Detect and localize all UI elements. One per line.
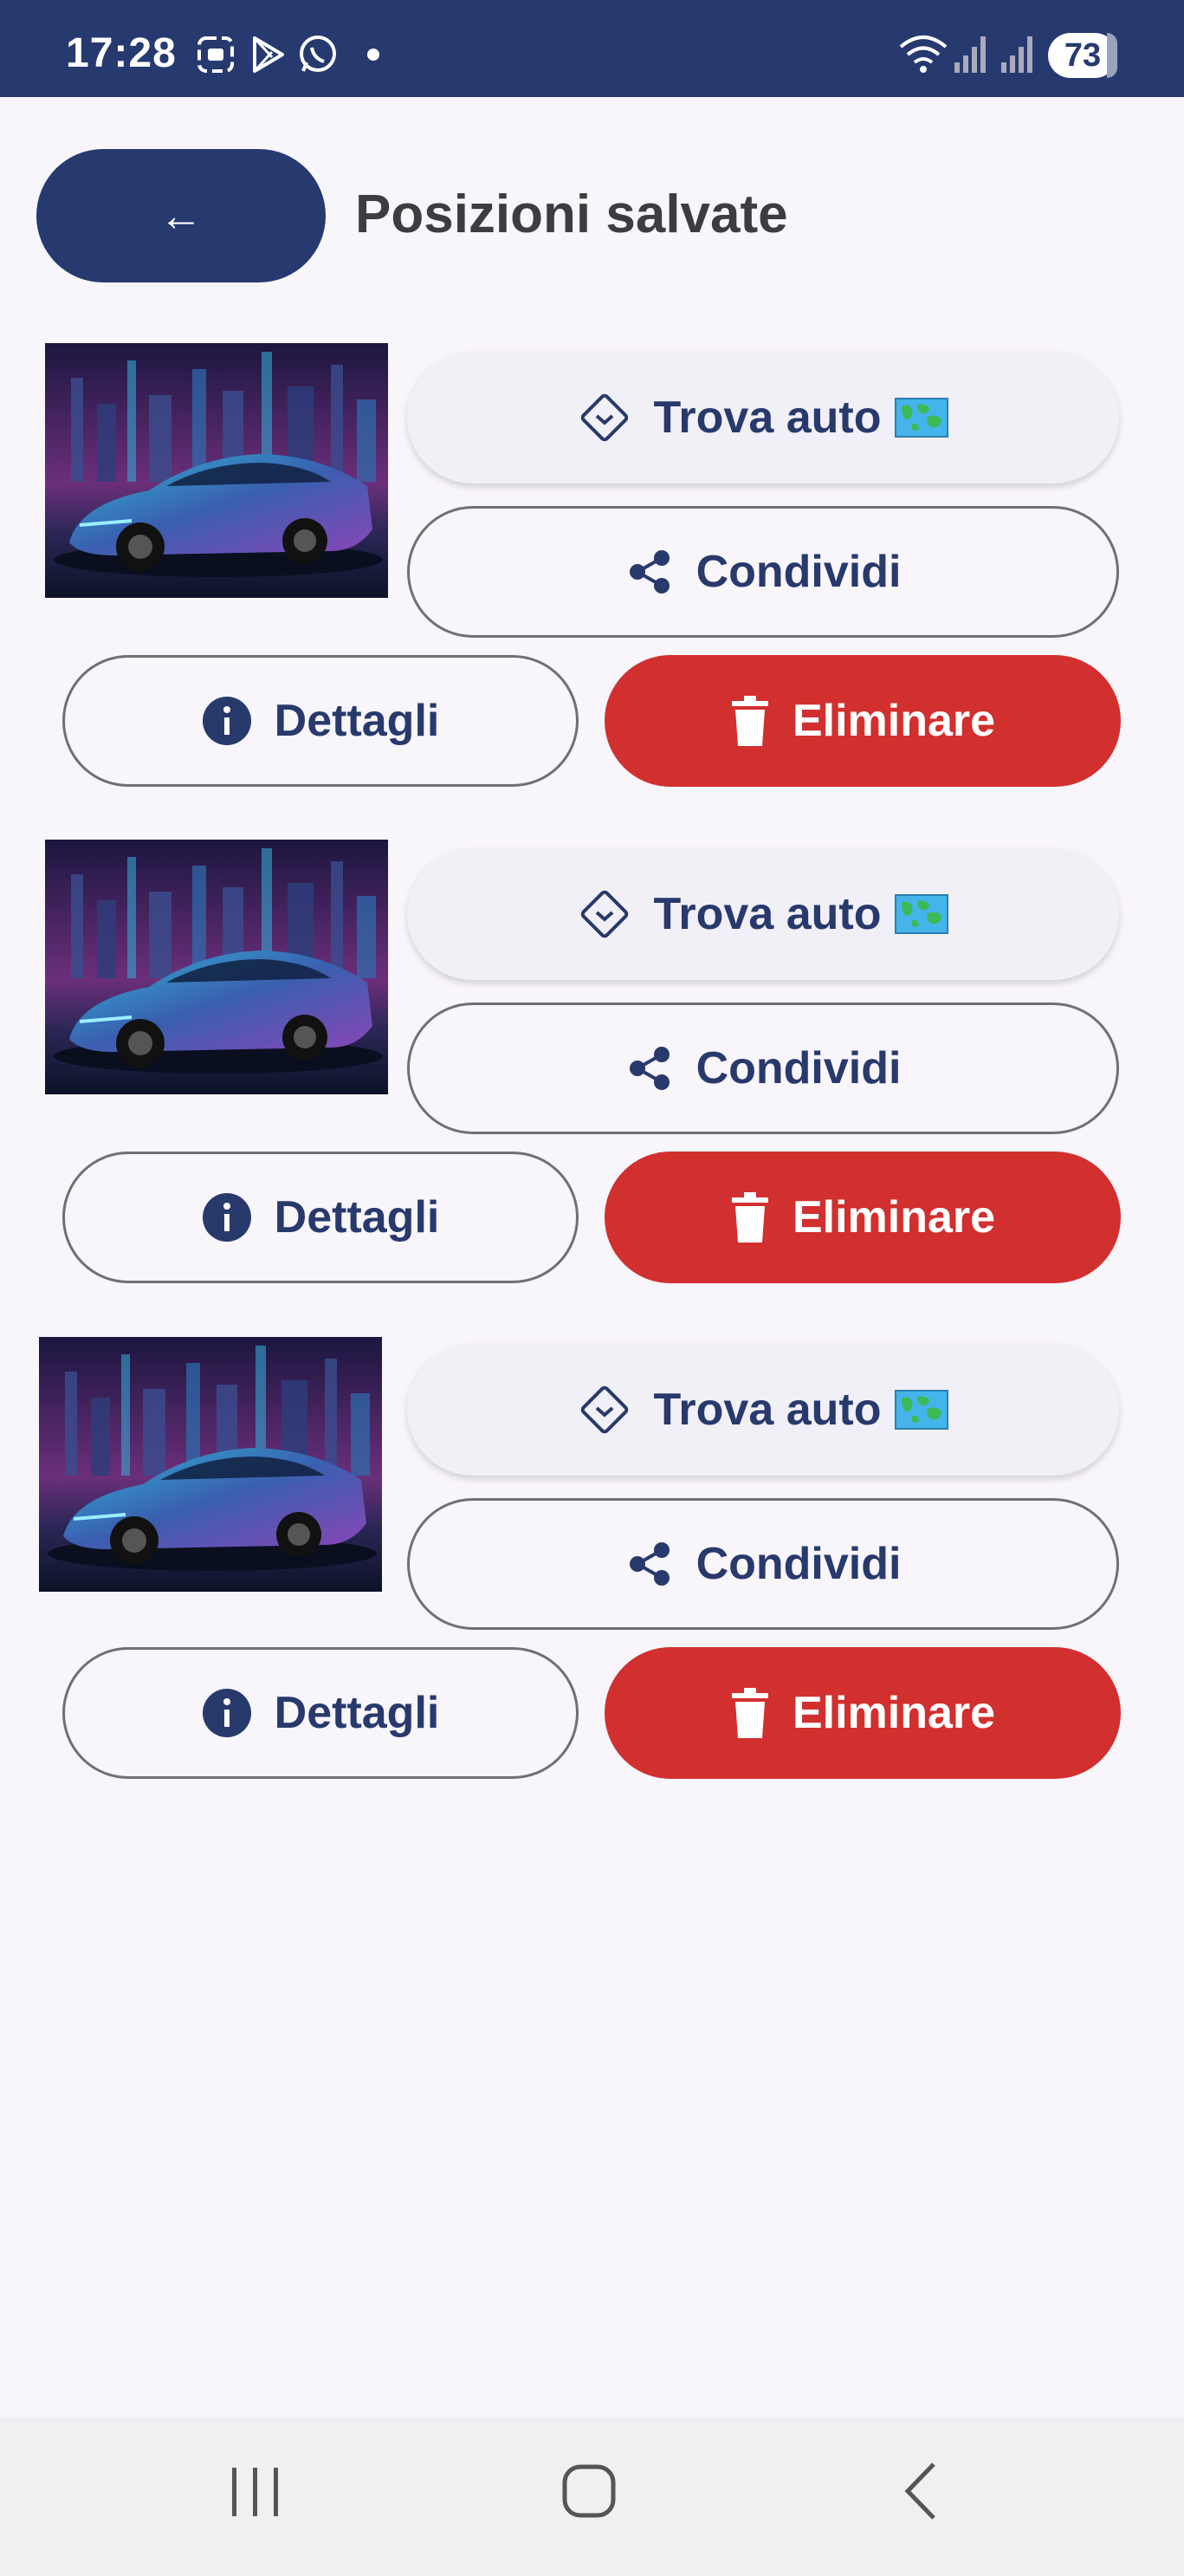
notification-dot-icon bbox=[367, 49, 379, 61]
find-car-button[interactable]: Trova auto bbox=[407, 848, 1119, 980]
trash-icon bbox=[730, 1688, 770, 1738]
world-map-icon bbox=[895, 1390, 949, 1430]
share-label: Condividi bbox=[696, 547, 902, 597]
share-label: Condividi bbox=[696, 1043, 902, 1093]
info-icon bbox=[202, 696, 252, 746]
directions-icon bbox=[578, 391, 631, 444]
share-button[interactable]: Condividi bbox=[407, 1002, 1119, 1134]
screenshot-icon bbox=[194, 33, 237, 81]
signal-icon bbox=[1000, 33, 1038, 81]
find-car-button[interactable]: Trova auto bbox=[407, 352, 1119, 483]
saved-position-card: Trova auto Condividi Dettagli Eliminare bbox=[0, 343, 1184, 811]
play-store-icon bbox=[246, 33, 289, 81]
details-label: Dettagli bbox=[274, 1688, 440, 1738]
delete-button[interactable]: Eliminare bbox=[605, 655, 1121, 787]
trash-icon bbox=[730, 1192, 770, 1243]
status-time: 17:28 bbox=[66, 30, 177, 76]
car-thumbnail bbox=[45, 840, 388, 1094]
wifi-icon bbox=[897, 33, 949, 81]
system-nav-bar bbox=[0, 2417, 1184, 2576]
home-icon[interactable] bbox=[554, 2452, 624, 2534]
share-icon bbox=[625, 1540, 674, 1588]
battery-icon: 73 bbox=[1048, 33, 1117, 78]
share-label: Condividi bbox=[696, 1539, 902, 1589]
recents-icon[interactable] bbox=[227, 2452, 284, 2534]
details-label: Dettagli bbox=[274, 696, 440, 746]
share-button[interactable]: Condividi bbox=[407, 1498, 1119, 1630]
car-thumbnail bbox=[39, 1337, 382, 1592]
world-map-icon bbox=[895, 894, 949, 934]
find-car-button[interactable]: Trova auto bbox=[407, 1344, 1119, 1476]
directions-icon bbox=[578, 887, 631, 941]
share-button[interactable]: Condividi bbox=[407, 506, 1119, 638]
find-car-label: Trova auto bbox=[653, 393, 882, 443]
delete-button[interactable]: Eliminare bbox=[605, 1152, 1121, 1283]
back-button[interactable]: ← bbox=[36, 149, 326, 282]
delete-label: Eliminare bbox=[792, 1192, 996, 1243]
saved-position-card: Trova auto Condividi Dettagli Eliminare bbox=[0, 1335, 1184, 1803]
details-label: Dettagli bbox=[274, 1192, 440, 1243]
find-car-label: Trova auto bbox=[653, 1385, 882, 1435]
world-map-icon bbox=[895, 398, 949, 438]
share-icon bbox=[625, 1044, 674, 1093]
details-button[interactable]: Dettagli bbox=[62, 1647, 579, 1779]
saved-position-card: Trova auto Condividi Dettagli Eliminare bbox=[0, 840, 1184, 1307]
car-thumbnail bbox=[45, 343, 388, 598]
delete-label: Eliminare bbox=[792, 1688, 996, 1738]
details-button[interactable]: Dettagli bbox=[62, 1152, 579, 1283]
back-icon[interactable] bbox=[892, 2452, 949, 2534]
whatsapp-icon bbox=[296, 33, 340, 81]
delete-button[interactable]: Eliminare bbox=[605, 1647, 1121, 1779]
trash-icon bbox=[730, 696, 770, 746]
page-title: Posizioni salvate bbox=[355, 185, 788, 244]
details-button[interactable]: Dettagli bbox=[62, 655, 579, 787]
info-icon bbox=[202, 1192, 252, 1243]
info-icon bbox=[202, 1688, 252, 1738]
battery-level: 73 bbox=[1064, 37, 1102, 74]
signal-icon bbox=[953, 33, 991, 81]
status-bar: 17:28 73 bbox=[0, 0, 1184, 97]
find-car-label: Trova auto bbox=[653, 889, 882, 939]
delete-label: Eliminare bbox=[792, 696, 996, 746]
directions-icon bbox=[578, 1383, 631, 1437]
share-icon bbox=[625, 548, 674, 596]
